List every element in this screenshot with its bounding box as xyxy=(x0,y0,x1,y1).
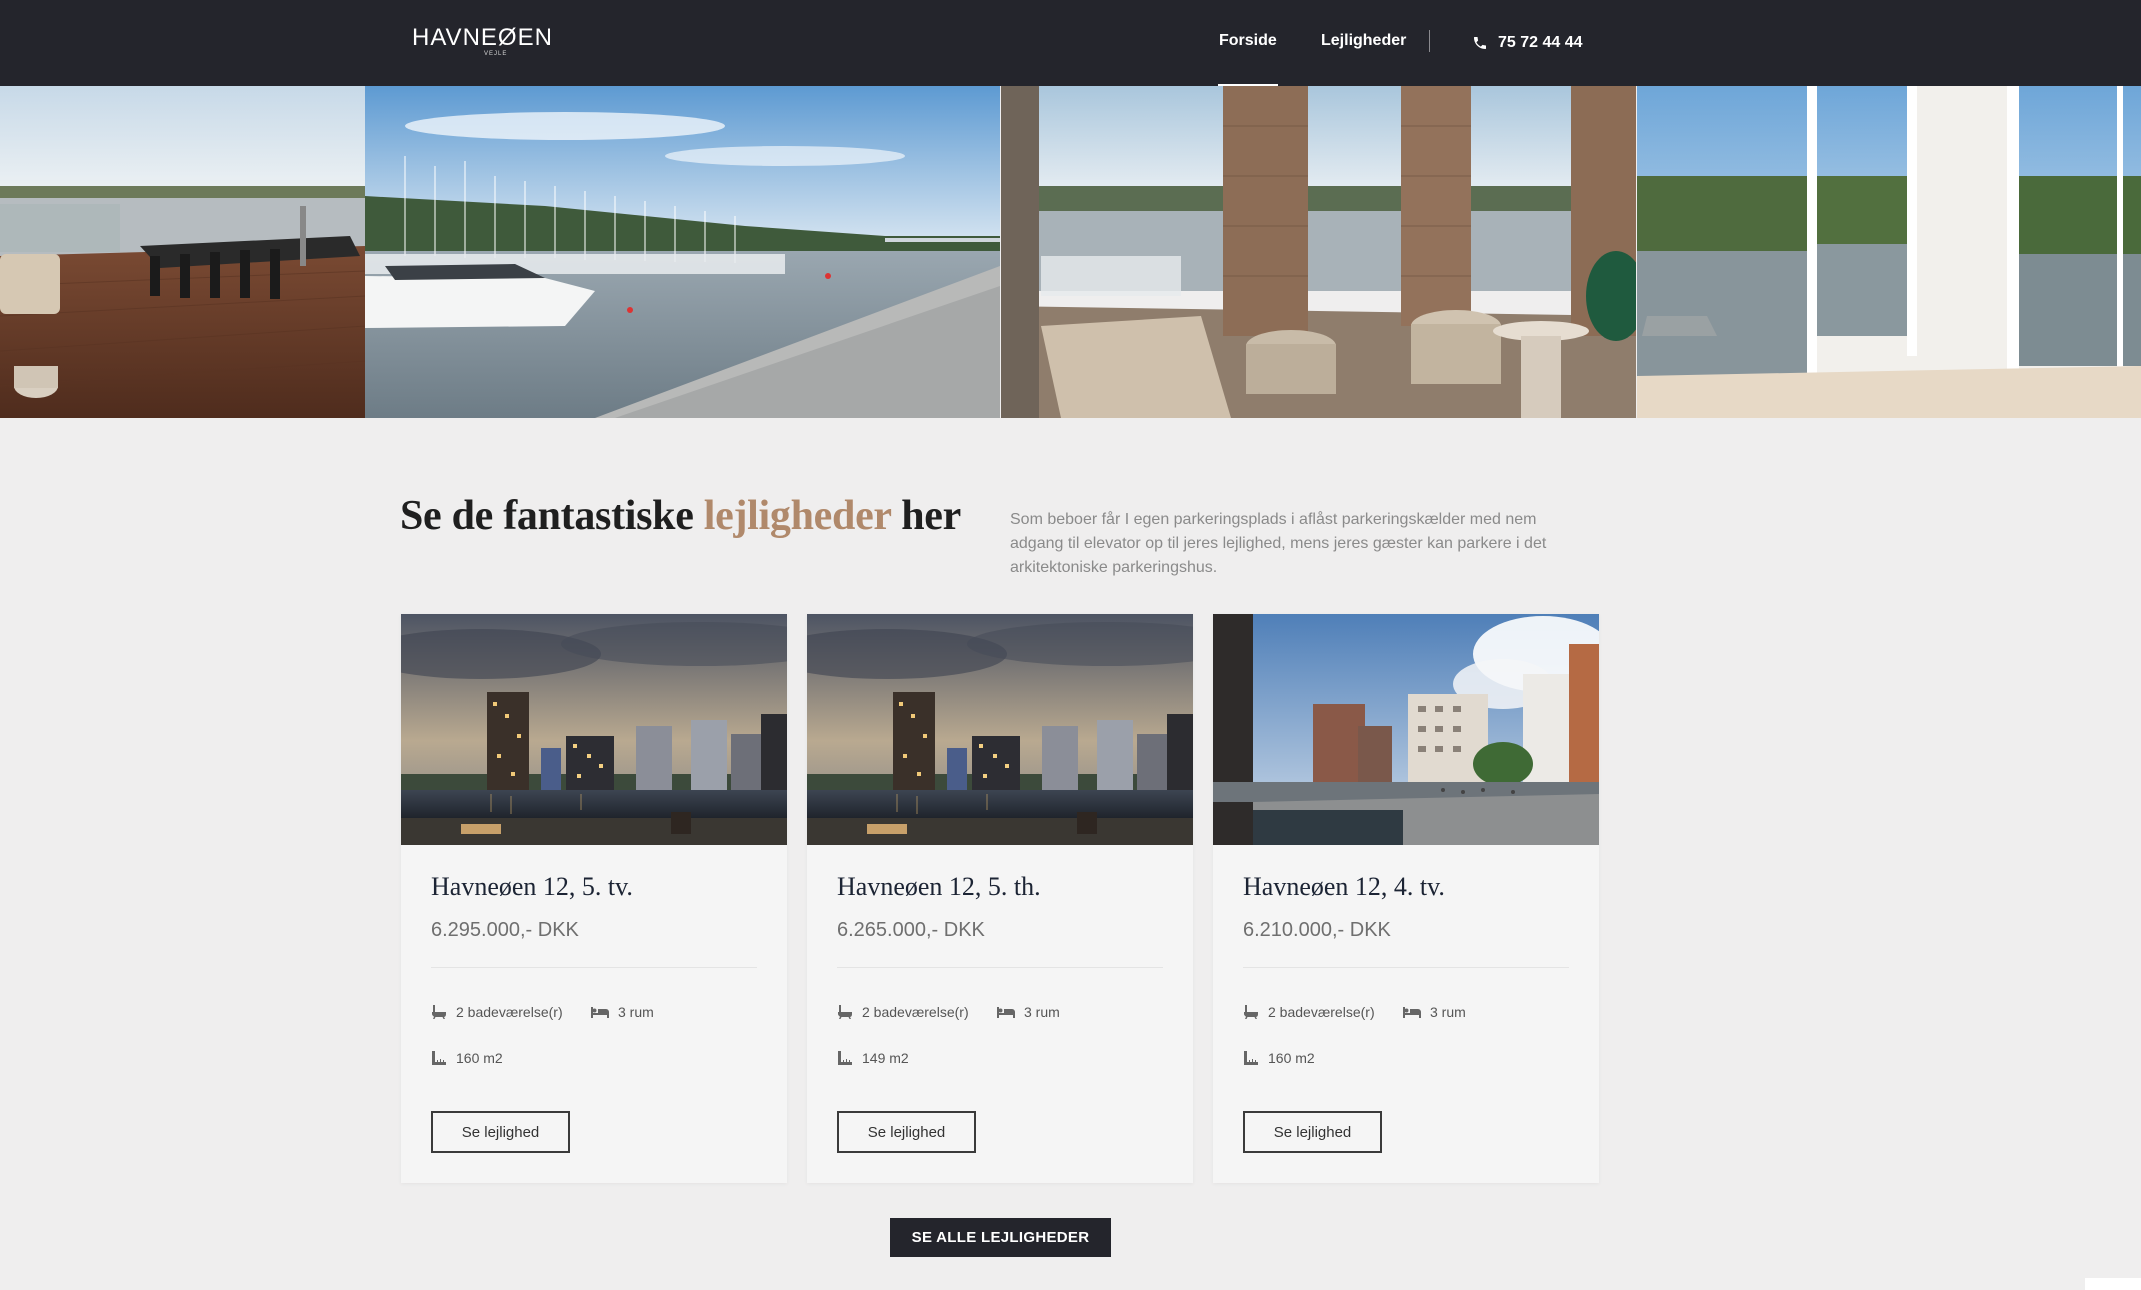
bed-icon xyxy=(1403,1007,1421,1018)
bathtub-icon xyxy=(838,1005,852,1019)
area-label: 149 m2 xyxy=(862,1050,909,1066)
listing-price: 6.295.000,- DKK xyxy=(431,919,579,941)
phone-icon xyxy=(1474,37,1486,49)
feature-bathrooms: 2 badeværelse(r) xyxy=(431,1004,563,1020)
view-apartment-button[interactable]: Se lejlighed xyxy=(431,1111,570,1153)
feature-area: 149 m2 xyxy=(837,1050,909,1066)
corner-widget xyxy=(2085,1278,2141,1290)
site-logo[interactable]: HAVNEØEN VEJLE xyxy=(412,24,553,57)
rooftop-terrace-photo xyxy=(0,86,365,418)
ruler-icon xyxy=(838,1051,852,1065)
phone-link[interactable]: 75 72 44 44 xyxy=(1472,0,1583,86)
view-apartment-button[interactable]: Se lejlighed xyxy=(1243,1111,1382,1153)
daytime-harbor-render xyxy=(1213,614,1599,845)
listing-price: 6.210.000,- DKK xyxy=(1243,919,1391,941)
hero-gallery xyxy=(0,86,2141,418)
section-title: Se de fantastiske lejligheder her xyxy=(400,492,961,540)
bathrooms-label: 2 badeværelse(r) xyxy=(1268,1004,1375,1020)
ruler-icon xyxy=(1244,1051,1258,1065)
area-label: 160 m2 xyxy=(456,1050,503,1066)
nav-divider xyxy=(1429,30,1430,52)
title-part-2: her xyxy=(891,493,961,539)
listing-title[interactable]: Havneøen 12, 4. tv. xyxy=(1243,872,1445,902)
nav-forside[interactable]: Forside xyxy=(1218,0,1278,86)
card-divider xyxy=(431,967,757,968)
feature-bathrooms: 2 badeværelse(r) xyxy=(837,1004,969,1020)
listing-card[interactable]: Havneøen 12, 5. tv. 6.295.000,- DKK 2 ba… xyxy=(401,614,787,1183)
listing-title[interactable]: Havneøen 12, 5. th. xyxy=(837,872,1041,902)
feature-rooms: 3 rum xyxy=(997,1004,1060,1020)
evening-towers-render xyxy=(401,614,787,845)
evening-towers-render xyxy=(807,614,1193,845)
listing-price: 6.265.000,- DKK xyxy=(837,919,985,941)
feature-rooms: 3 rum xyxy=(591,1004,654,1020)
marina-harbor-photo xyxy=(365,86,1000,418)
feature-rooms: 3 rum xyxy=(1403,1004,1466,1020)
logo-subtext: VEJLE xyxy=(484,51,508,57)
feature-area: 160 m2 xyxy=(431,1050,503,1066)
ruler-icon xyxy=(432,1051,446,1065)
bathtub-icon xyxy=(432,1005,446,1019)
bathrooms-label: 2 badeværelse(r) xyxy=(456,1004,563,1020)
window-view-photo xyxy=(1637,86,2141,418)
site-header: HAVNEØEN VEJLE Forside Lejligheder 75 72… xyxy=(0,0,2141,86)
rooms-label: 3 rum xyxy=(1024,1004,1060,1020)
phone-number: 75 72 44 44 xyxy=(1498,34,1583,51)
bed-icon xyxy=(591,1007,609,1018)
listing-title[interactable]: Havneøen 12, 5. tv. xyxy=(431,872,633,902)
area-label: 160 m2 xyxy=(1268,1050,1315,1066)
see-all-apartments-button[interactable]: SE ALLE LEJLIGHEDER xyxy=(890,1218,1111,1257)
balcony-lounge-photo xyxy=(1001,86,1636,418)
listing-card[interactable]: Havneøen 12, 4. tv. 6.210.000,- DKK 2 ba… xyxy=(1213,614,1599,1183)
title-accent: lejligheder xyxy=(703,493,892,539)
rooms-label: 3 rum xyxy=(1430,1004,1466,1020)
bed-icon xyxy=(997,1007,1015,1018)
intro-paragraph: Som beboer får I egen parkeringsplads i … xyxy=(1010,511,1547,576)
bathtub-icon xyxy=(1244,1005,1258,1019)
view-apartment-button[interactable]: Se lejlighed xyxy=(837,1111,976,1153)
logo-text: HAVNEØEN xyxy=(412,24,553,51)
listing-card[interactable]: Havneøen 12, 5. th. 6.265.000,- DKK 2 ba… xyxy=(807,614,1193,1183)
bathrooms-label: 2 badeværelse(r) xyxy=(862,1004,969,1020)
rooms-label: 3 rum xyxy=(618,1004,654,1020)
card-divider xyxy=(837,967,1163,968)
title-part-1: Se de fantastiske xyxy=(400,493,704,539)
nav-lejligheder[interactable]: Lejligheder xyxy=(1321,0,1406,86)
feature-bathrooms: 2 badeværelse(r) xyxy=(1243,1004,1375,1020)
card-divider xyxy=(1243,967,1569,968)
feature-area: 160 m2 xyxy=(1243,1050,1315,1066)
